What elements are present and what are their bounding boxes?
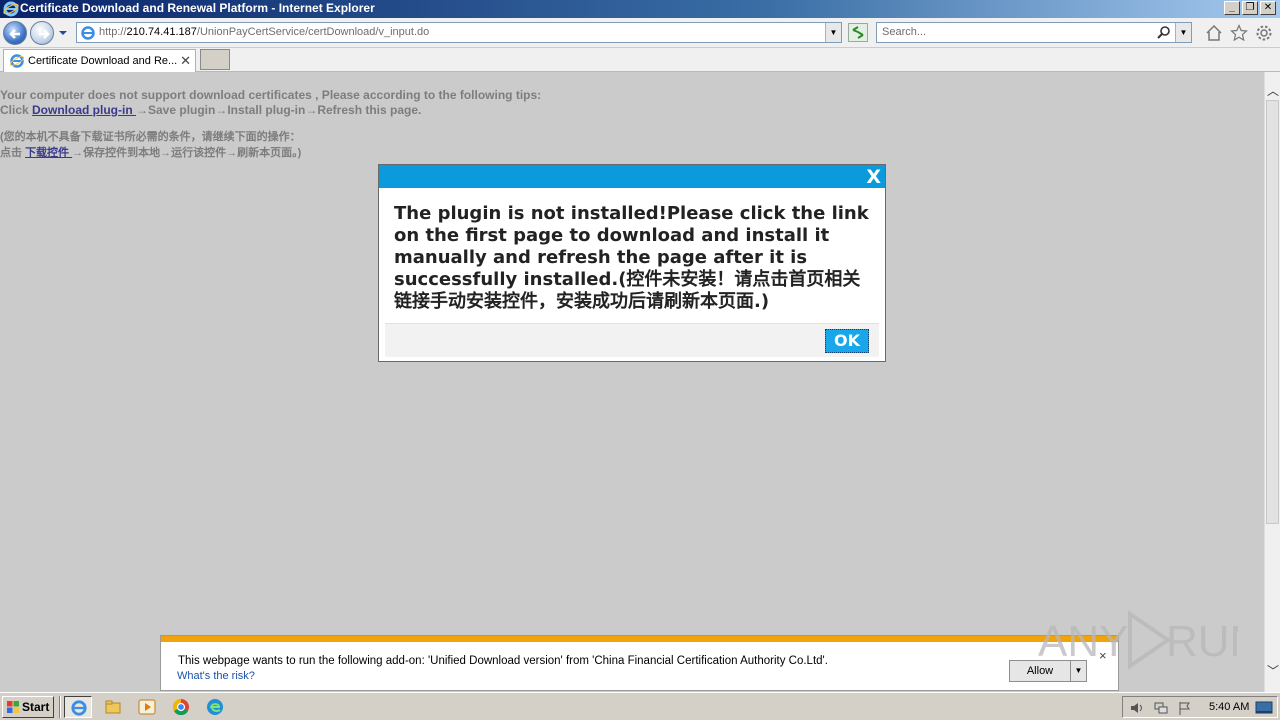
system-tray: 5:40 AM [1122, 696, 1278, 718]
plugin-tips: Your computer does not support download … [0, 88, 541, 161]
ie-tab-icon [9, 54, 25, 68]
action-center-flag-icon[interactable] [1177, 700, 1193, 716]
search-dropdown-icon[interactable]: ▼ [1175, 23, 1191, 42]
svg-text:ANY: ANY [1038, 617, 1128, 666]
volume-icon[interactable] [1129, 700, 1145, 716]
search-icon[interactable] [1156, 25, 1171, 40]
tip-line-1: Your computer does not support download … [0, 88, 542, 102]
edge-icon [207, 699, 223, 715]
notification-stripe [161, 636, 1118, 642]
anyrun-watermark-logo: ANY RUN [1038, 610, 1238, 670]
plugin-not-installed-dialog: X The plugin is not installed!Please cli… [378, 164, 886, 362]
history-dropdown-icon[interactable] [58, 28, 68, 38]
cn-tip-line-2: 点击 下载控件 →保存控件到本地→运行该控件→刷新本页面。) [0, 147, 302, 159]
notification-message: This webpage wants to run the following … [178, 655, 828, 667]
download-plugin-link[interactable]: Download plug-in [32, 103, 136, 117]
dialog-header: X [379, 165, 885, 188]
forward-arrow-icon [39, 29, 50, 39]
navigation-toolbar: http://210.74.41.187/UnionPayCertService… [0, 18, 1280, 48]
window-title: Certificate Download and Renewal Platfor… [20, 1, 375, 15]
new-tab-button[interactable] [200, 49, 230, 70]
tip-line-2: Click Download plug-in →Save plugin→Inst… [0, 103, 422, 117]
cn-tip-line-1: (您的本机不具备下载证书所必需的条件，请继续下面的操作： [0, 131, 301, 143]
start-button[interactable]: Start [2, 696, 54, 718]
home-icon[interactable] [1205, 24, 1223, 42]
explorer-icon [105, 700, 121, 714]
network-icon[interactable] [1153, 700, 1169, 716]
search-box[interactable]: Search... ▼ [876, 22, 1192, 43]
taskbar-media-player-button[interactable] [133, 696, 161, 718]
taskbar-edge-button[interactable] [201, 696, 229, 718]
show-desktop-icon[interactable] [1255, 700, 1273, 716]
taskbar-explorer-button[interactable] [99, 696, 127, 718]
tab-row: Certificate Download and Re... ✕ [0, 48, 1280, 72]
ie-icon [71, 700, 87, 716]
scroll-down-icon[interactable]: ﹀ [1265, 662, 1280, 679]
ie-logo-icon [3, 1, 19, 17]
forward-button[interactable] [30, 21, 54, 45]
taskbar-ie-button[interactable] [64, 696, 92, 718]
dialog-footer: OK [385, 323, 879, 357]
address-dropdown-icon[interactable]: ▼ [825, 23, 841, 42]
chrome-icon [172, 698, 189, 716]
minimize-button[interactable]: _ [1224, 1, 1240, 15]
svg-text:RUN: RUN [1166, 617, 1238, 666]
cn-download-plugin-link[interactable]: 下载控件 [25, 147, 72, 159]
vertical-scrollbar[interactable]: ︿ ﹀ [1264, 72, 1280, 692]
windows-flag-icon [7, 701, 19, 713]
whats-the-risk-link[interactable]: What's the risk? [177, 670, 255, 682]
dialog-message: The plugin is not installed!Please click… [394, 203, 869, 312]
scroll-up-icon[interactable]: ︿ [1265, 82, 1280, 99]
ie-page-icon [81, 26, 95, 40]
scroll-thumb[interactable] [1266, 100, 1279, 524]
dialog-close-icon[interactable]: X [866, 166, 881, 188]
address-url[interactable]: http://210.74.41.187/UnionPayCertService… [99, 26, 429, 38]
tab-close-icon[interactable]: ✕ [180, 53, 191, 69]
start-label[interactable]: Start [22, 700, 49, 714]
media-player-icon [138, 699, 156, 715]
favorites-star-icon[interactable] [1230, 24, 1248, 42]
tab-label[interactable]: Certificate Download and Re... [28, 55, 177, 67]
compat-refresh-button[interactable] [848, 23, 868, 42]
close-window-button[interactable]: ✕ [1260, 1, 1276, 15]
addon-notification-bar: This webpage wants to run the following … [160, 635, 1119, 691]
address-bar[interactable]: http://210.74.41.187/UnionPayCertService… [76, 22, 842, 43]
search-placeholder[interactable]: Search... [882, 26, 926, 38]
ok-button[interactable]: OK [825, 329, 869, 353]
back-button[interactable] [3, 21, 27, 45]
tab-certificate-download[interactable]: Certificate Download and Re... ✕ [3, 49, 196, 72]
taskbar-chrome-button[interactable] [167, 696, 195, 718]
restore-button[interactable]: ❐ [1242, 1, 1258, 15]
taskbar: Start 5:40 AM [0, 692, 1280, 720]
clock[interactable]: 5:40 AM [1209, 701, 1249, 713]
refresh-icon [852, 26, 864, 39]
gear-icon[interactable] [1255, 24, 1273, 42]
back-arrow-icon [9, 29, 20, 39]
title-bar: Certificate Download and Renewal Platfor… [0, 0, 1280, 18]
